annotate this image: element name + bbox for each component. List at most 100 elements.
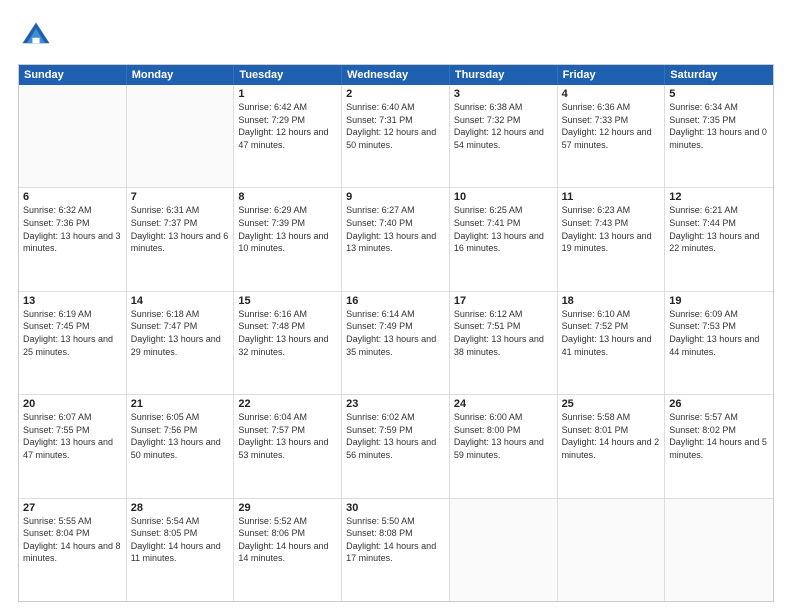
day-number: 16	[346, 295, 445, 307]
calendar-day: 27Sunrise: 5:55 AM Sunset: 8:04 PM Dayli…	[19, 499, 127, 601]
calendar-day: 19Sunrise: 6:09 AM Sunset: 7:53 PM Dayli…	[665, 292, 773, 394]
calendar-day: 22Sunrise: 6:04 AM Sunset: 7:57 PM Dayli…	[234, 395, 342, 497]
day-number: 17	[454, 295, 553, 307]
sun-info: Sunrise: 6:36 AM Sunset: 7:33 PM Dayligh…	[562, 101, 661, 151]
day-number: 10	[454, 191, 553, 203]
sun-info: Sunrise: 6:25 AM Sunset: 7:41 PM Dayligh…	[454, 204, 553, 254]
logo	[18, 18, 60, 54]
calendar-day: 12Sunrise: 6:21 AM Sunset: 7:44 PM Dayli…	[665, 188, 773, 290]
calendar-day: 14Sunrise: 6:18 AM Sunset: 7:47 PM Dayli…	[127, 292, 235, 394]
calendar-body: 1Sunrise: 6:42 AM Sunset: 7:29 PM Daylig…	[19, 85, 773, 601]
calendar-page: SundayMondayTuesdayWednesdayThursdayFrid…	[0, 0, 792, 612]
calendar-day: 5Sunrise: 6:34 AM Sunset: 7:35 PM Daylig…	[665, 85, 773, 187]
calendar-day: 26Sunrise: 5:57 AM Sunset: 8:02 PM Dayli…	[665, 395, 773, 497]
day-number: 7	[131, 191, 230, 203]
sun-info: Sunrise: 6:23 AM Sunset: 7:43 PM Dayligh…	[562, 204, 661, 254]
day-number: 29	[238, 502, 337, 514]
sun-info: Sunrise: 5:54 AM Sunset: 8:05 PM Dayligh…	[131, 515, 230, 565]
weekday-header: Wednesday	[342, 65, 450, 85]
sun-info: Sunrise: 6:34 AM Sunset: 7:35 PM Dayligh…	[669, 101, 769, 151]
day-number: 9	[346, 191, 445, 203]
day-number: 19	[669, 295, 769, 307]
calendar-header: SundayMondayTuesdayWednesdayThursdayFrid…	[19, 65, 773, 85]
sun-info: Sunrise: 6:18 AM Sunset: 7:47 PM Dayligh…	[131, 308, 230, 358]
sun-info: Sunrise: 6:00 AM Sunset: 8:00 PM Dayligh…	[454, 411, 553, 461]
weekday-header: Sunday	[19, 65, 127, 85]
weekday-header: Tuesday	[234, 65, 342, 85]
sun-info: Sunrise: 6:29 AM Sunset: 7:39 PM Dayligh…	[238, 204, 337, 254]
day-number: 24	[454, 398, 553, 410]
day-number: 13	[23, 295, 122, 307]
calendar-empty-day	[450, 499, 558, 601]
sun-info: Sunrise: 6:27 AM Sunset: 7:40 PM Dayligh…	[346, 204, 445, 254]
calendar-week-row: 27Sunrise: 5:55 AM Sunset: 8:04 PM Dayli…	[19, 498, 773, 601]
day-number: 26	[669, 398, 769, 410]
logo-icon	[18, 18, 54, 54]
calendar-day: 10Sunrise: 6:25 AM Sunset: 7:41 PM Dayli…	[450, 188, 558, 290]
day-number: 15	[238, 295, 337, 307]
day-number: 25	[562, 398, 661, 410]
day-number: 20	[23, 398, 122, 410]
calendar-week-row: 6Sunrise: 6:32 AM Sunset: 7:36 PM Daylig…	[19, 187, 773, 290]
sun-info: Sunrise: 5:55 AM Sunset: 8:04 PM Dayligh…	[23, 515, 122, 565]
calendar-day: 7Sunrise: 6:31 AM Sunset: 7:37 PM Daylig…	[127, 188, 235, 290]
calendar-day: 1Sunrise: 6:42 AM Sunset: 7:29 PM Daylig…	[234, 85, 342, 187]
day-number: 30	[346, 502, 445, 514]
day-number: 14	[131, 295, 230, 307]
sun-info: Sunrise: 6:09 AM Sunset: 7:53 PM Dayligh…	[669, 308, 769, 358]
calendar-week-row: 1Sunrise: 6:42 AM Sunset: 7:29 PM Daylig…	[19, 85, 773, 187]
calendar-day: 8Sunrise: 6:29 AM Sunset: 7:39 PM Daylig…	[234, 188, 342, 290]
calendar-empty-day	[127, 85, 235, 187]
weekday-header: Thursday	[450, 65, 558, 85]
sun-info: Sunrise: 6:19 AM Sunset: 7:45 PM Dayligh…	[23, 308, 122, 358]
calendar-day: 4Sunrise: 6:36 AM Sunset: 7:33 PM Daylig…	[558, 85, 666, 187]
day-number: 28	[131, 502, 230, 514]
sun-info: Sunrise: 6:40 AM Sunset: 7:31 PM Dayligh…	[346, 101, 445, 151]
sun-info: Sunrise: 6:16 AM Sunset: 7:48 PM Dayligh…	[238, 308, 337, 358]
weekday-header: Monday	[127, 65, 235, 85]
calendar-day: 25Sunrise: 5:58 AM Sunset: 8:01 PM Dayli…	[558, 395, 666, 497]
calendar-day: 9Sunrise: 6:27 AM Sunset: 7:40 PM Daylig…	[342, 188, 450, 290]
calendar-day: 15Sunrise: 6:16 AM Sunset: 7:48 PM Dayli…	[234, 292, 342, 394]
calendar-day: 2Sunrise: 6:40 AM Sunset: 7:31 PM Daylig…	[342, 85, 450, 187]
sun-info: Sunrise: 6:02 AM Sunset: 7:59 PM Dayligh…	[346, 411, 445, 461]
sun-info: Sunrise: 6:32 AM Sunset: 7:36 PM Dayligh…	[23, 204, 122, 254]
calendar-day: 29Sunrise: 5:52 AM Sunset: 8:06 PM Dayli…	[234, 499, 342, 601]
sun-info: Sunrise: 6:38 AM Sunset: 7:32 PM Dayligh…	[454, 101, 553, 151]
calendar-day: 17Sunrise: 6:12 AM Sunset: 7:51 PM Dayli…	[450, 292, 558, 394]
day-number: 8	[238, 191, 337, 203]
calendar-day: 18Sunrise: 6:10 AM Sunset: 7:52 PM Dayli…	[558, 292, 666, 394]
sun-info: Sunrise: 5:50 AM Sunset: 8:08 PM Dayligh…	[346, 515, 445, 565]
calendar-day: 20Sunrise: 6:07 AM Sunset: 7:55 PM Dayli…	[19, 395, 127, 497]
day-number: 5	[669, 88, 769, 100]
day-number: 27	[23, 502, 122, 514]
day-number: 6	[23, 191, 122, 203]
calendar-week-row: 13Sunrise: 6:19 AM Sunset: 7:45 PM Dayli…	[19, 291, 773, 394]
calendar-empty-day	[19, 85, 127, 187]
sun-info: Sunrise: 6:42 AM Sunset: 7:29 PM Dayligh…	[238, 101, 337, 151]
sun-info: Sunrise: 5:52 AM Sunset: 8:06 PM Dayligh…	[238, 515, 337, 565]
sun-info: Sunrise: 6:21 AM Sunset: 7:44 PM Dayligh…	[669, 204, 769, 254]
calendar-day: 28Sunrise: 5:54 AM Sunset: 8:05 PM Dayli…	[127, 499, 235, 601]
day-number: 1	[238, 88, 337, 100]
day-number: 18	[562, 295, 661, 307]
day-number: 2	[346, 88, 445, 100]
calendar: SundayMondayTuesdayWednesdayThursdayFrid…	[18, 64, 774, 602]
sun-info: Sunrise: 6:10 AM Sunset: 7:52 PM Dayligh…	[562, 308, 661, 358]
day-number: 21	[131, 398, 230, 410]
calendar-day: 6Sunrise: 6:32 AM Sunset: 7:36 PM Daylig…	[19, 188, 127, 290]
calendar-empty-day	[558, 499, 666, 601]
day-number: 12	[669, 191, 769, 203]
sun-info: Sunrise: 5:58 AM Sunset: 8:01 PM Dayligh…	[562, 411, 661, 461]
sun-info: Sunrise: 6:12 AM Sunset: 7:51 PM Dayligh…	[454, 308, 553, 358]
weekday-header: Friday	[558, 65, 666, 85]
calendar-day: 16Sunrise: 6:14 AM Sunset: 7:49 PM Dayli…	[342, 292, 450, 394]
day-number: 23	[346, 398, 445, 410]
day-number: 4	[562, 88, 661, 100]
sun-info: Sunrise: 6:14 AM Sunset: 7:49 PM Dayligh…	[346, 308, 445, 358]
day-number: 11	[562, 191, 661, 203]
day-number: 3	[454, 88, 553, 100]
calendar-day: 24Sunrise: 6:00 AM Sunset: 8:00 PM Dayli…	[450, 395, 558, 497]
weekday-header: Saturday	[665, 65, 773, 85]
sun-info: Sunrise: 6:05 AM Sunset: 7:56 PM Dayligh…	[131, 411, 230, 461]
